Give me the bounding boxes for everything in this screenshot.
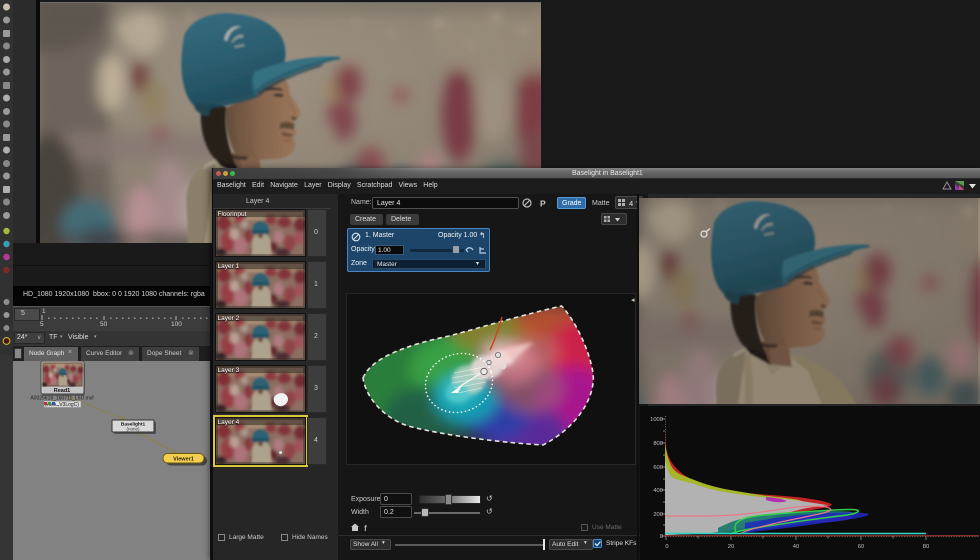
svg-text:50: 50 bbox=[100, 321, 108, 328]
svg-text:5: 5 bbox=[40, 321, 44, 328]
svg-text:f: f bbox=[364, 523, 367, 532]
svg-text:800: 800 bbox=[653, 441, 663, 447]
svg-text:Read1: Read1 bbox=[54, 388, 71, 394]
svg-text:1000: 1000 bbox=[650, 417, 663, 423]
svg-text:80: 80 bbox=[923, 544, 929, 550]
svg-text:0: 0 bbox=[665, 544, 668, 550]
svg-text:20: 20 bbox=[728, 544, 734, 550]
svg-text:60: 60 bbox=[858, 544, 864, 550]
svg-text:200: 200 bbox=[653, 512, 663, 518]
svg-text:Viewer1: Viewer1 bbox=[173, 457, 194, 463]
svg-text:100: 100 bbox=[171, 321, 182, 328]
svg-text:A0025618_160711_L5D.mxf: A0025618_160711_L5D.mxf bbox=[30, 396, 94, 402]
svg-text:4: 4 bbox=[629, 199, 633, 208]
svg-text:600: 600 bbox=[653, 465, 663, 471]
svg-text:1: 1 bbox=[42, 308, 46, 315]
svg-text:(none): (none) bbox=[126, 427, 140, 432]
svg-text:400: 400 bbox=[653, 488, 663, 494]
svg-text:40: 40 bbox=[793, 544, 799, 550]
svg-text:P: P bbox=[540, 199, 546, 209]
svg-text:0: 0 bbox=[660, 534, 663, 540]
